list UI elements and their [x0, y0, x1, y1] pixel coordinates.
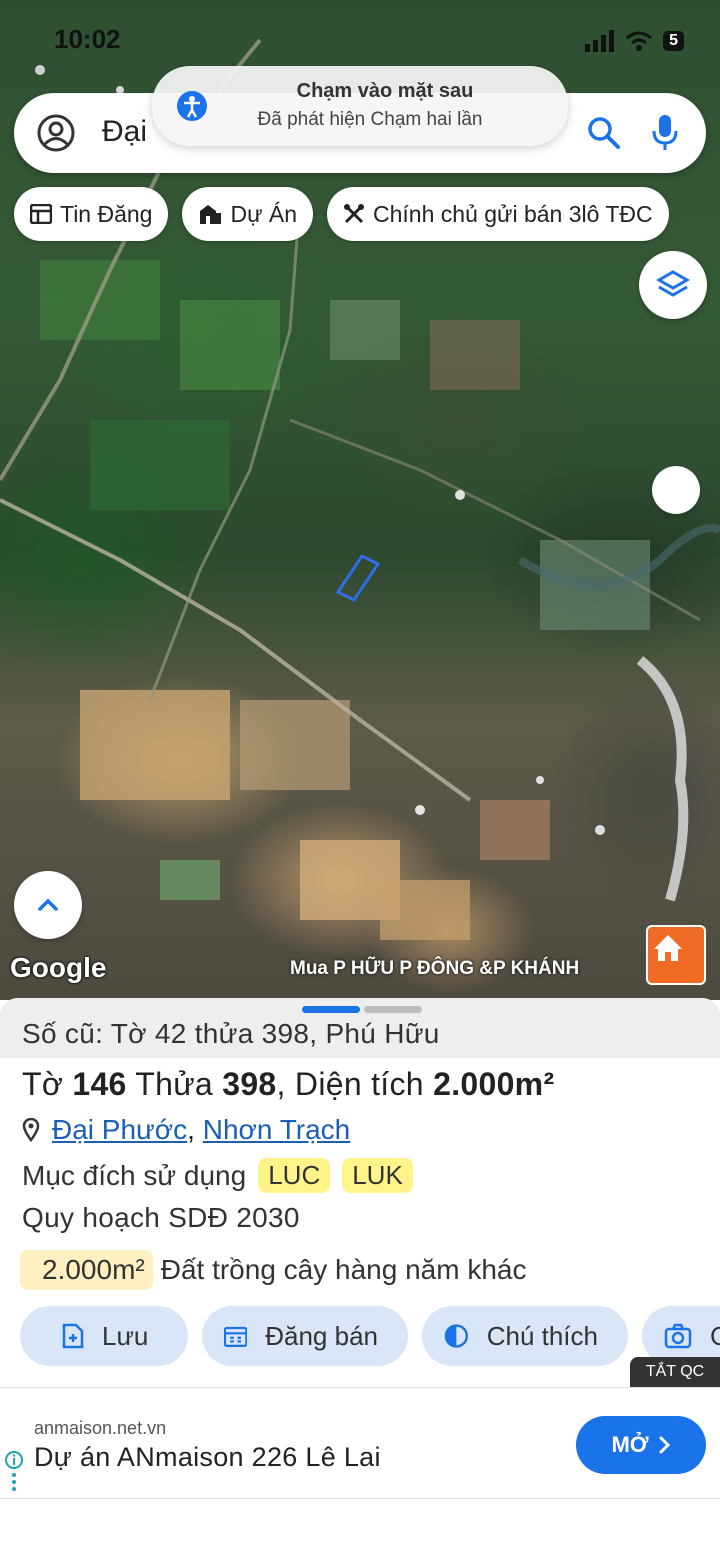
legend-label: Chú thích	[486, 1320, 598, 1351]
area-value: 2.000m²	[433, 1066, 555, 1102]
chip-tin-dang[interactable]: Tin Đăng	[14, 187, 169, 241]
purpose-tag[interactable]: LUC	[258, 1158, 331, 1193]
chip-chinh-chu[interactable]: Chính chủ gửi bán 3lô TĐC	[327, 187, 669, 241]
ad-domain: anmaison.net.vn	[34, 1418, 167, 1438]
sheet-label: Tờ	[22, 1066, 64, 1102]
toast-subtitle: Đã phát hiện Chạm hai lần	[257, 109, 483, 130]
ward-link[interactable]: Đại Phước	[52, 1114, 187, 1145]
sheet-handle[interactable]	[302, 1006, 422, 1013]
back-tap-toast: Chạm vào mặt sau Đã phát hiện Chạm hai l…	[152, 66, 568, 146]
chip-label: Tin Đăng	[60, 200, 153, 227]
sheet-number: 146	[72, 1066, 127, 1102]
plot-number: 398	[222, 1066, 277, 1102]
filter-chips: Tin Đăng Dự Án Chính chủ gửi bán 3lô TĐC	[14, 187, 669, 241]
layers-icon	[656, 270, 690, 297]
search-icon[interactable]	[586, 115, 622, 151]
area-label: , Diện tích	[276, 1066, 424, 1102]
chip-label: Chính chủ gửi bán 3lô TĐC	[373, 200, 653, 227]
save-label: Lưu	[102, 1320, 149, 1351]
close-ad-button[interactable]: TẮT QC	[630, 1357, 720, 1387]
status-bar: 10:02 5	[0, 22, 720, 62]
handle-active	[302, 1006, 360, 1013]
google-logo: Google	[10, 952, 107, 983]
search-input[interactable]: Đại	[102, 115, 147, 149]
post-sale-label: Đăng bán	[265, 1320, 378, 1351]
chip-label: Dự Án	[230, 200, 298, 227]
ad-logo-icon[interactable]	[646, 925, 706, 985]
newspaper-icon	[30, 204, 52, 224]
plan-label: Quy hoạch SDĐ 2030	[22, 1202, 300, 1233]
location-line: Đại Phước, Nhơn Trạch	[22, 1114, 350, 1146]
status-icons: 5	[585, 30, 684, 52]
action-buttons: Lưu Đăng bán Chú thích C	[20, 1306, 720, 1366]
contrast-icon	[444, 1324, 468, 1348]
plan-area-line: 2.000m² Đất trồng cây hàng năm khác	[20, 1250, 526, 1290]
plot-label: Thửa	[135, 1066, 214, 1102]
parcel-info-sheet[interactable]: Số cũ: Tờ 42 thửa 398, Phú Hữu Tờ 146 Th…	[0, 998, 720, 1388]
ad-banner[interactable]: anmaison.net.vn Dự án ANmaison 226 Lê La…	[0, 1387, 720, 1499]
purpose-label: Mục đích sử dụng	[22, 1159, 247, 1191]
camera-label: C	[710, 1320, 720, 1351]
battery-icon: 5	[663, 31, 684, 51]
camera-icon	[664, 1323, 692, 1349]
mic-icon[interactable]	[650, 113, 680, 153]
chevron-right-icon	[659, 1436, 670, 1454]
ad-open-label: MỞ	[611, 1432, 649, 1457]
plan-area-badge: 2.000m²	[20, 1250, 153, 1290]
tools-icon	[344, 204, 365, 224]
signal-icon	[585, 30, 615, 52]
status-time: 10:02	[54, 24, 121, 54]
layers-button[interactable]	[639, 251, 707, 319]
accessibility-icon	[177, 91, 207, 121]
plan-use-text: Đất trồng cây hàng năm khác	[160, 1254, 527, 1285]
building-icon	[200, 205, 222, 224]
chevron-up-icon	[38, 898, 58, 911]
post-sale-button[interactable]: Đăng bán	[202, 1306, 408, 1366]
toast-title: Chạm vào mặt sau	[296, 80, 474, 102]
account-icon[interactable]	[36, 113, 76, 153]
purpose-tag[interactable]: LUK	[342, 1158, 413, 1193]
chip-du-an[interactable]: Dự Án	[182, 187, 314, 241]
ad-info-icon[interactable]	[4, 1450, 24, 1496]
old-parcel-info: Số cũ: Tờ 42 thửa 398, Phú Hữu	[22, 1018, 440, 1049]
legend-button[interactable]: Chú thích	[422, 1306, 628, 1366]
save-icon	[62, 1323, 84, 1349]
ad-open-button[interactable]: MỞ	[576, 1416, 706, 1474]
map-handle-button[interactable]	[652, 466, 700, 514]
calendar-icon	[224, 1326, 248, 1347]
map-ad-overlay-text: Mua P HỮU P ĐÔNG &P KHÁNH	[290, 958, 580, 979]
parcel-title: Tờ 146 Thửa 398, Diện tích 2.000m²	[22, 1066, 554, 1103]
wifi-icon	[626, 31, 653, 51]
save-button[interactable]: Lưu	[20, 1306, 188, 1366]
district-link[interactable]: Nhơn Trạch	[203, 1114, 351, 1145]
land-purpose: Mục đích sử dụng LUC LUK	[22, 1158, 413, 1193]
expand-button[interactable]	[14, 871, 82, 939]
ad-title[interactable]: Dự án ANmaison 226 Lê Lai	[34, 1442, 381, 1473]
location-pin-icon	[22, 1118, 40, 1142]
handle-inactive	[364, 1006, 422, 1013]
separator: ,	[187, 1114, 195, 1145]
